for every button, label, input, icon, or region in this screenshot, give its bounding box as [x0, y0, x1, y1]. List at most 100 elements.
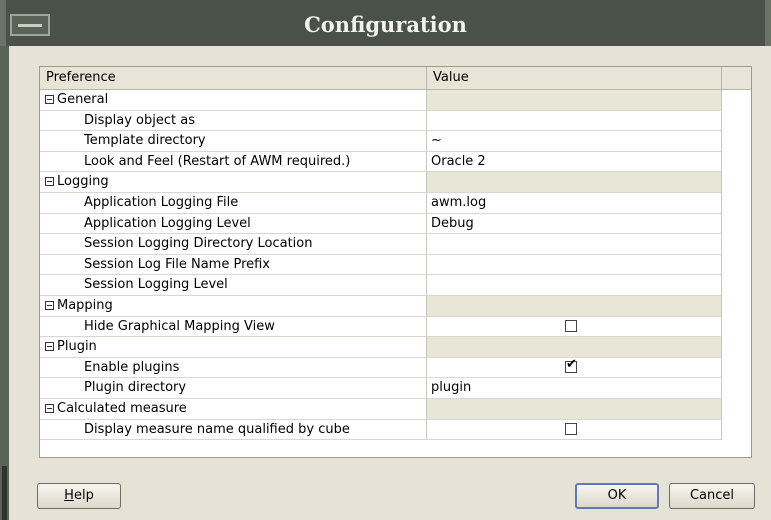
- checkbox[interactable]: ✔: [565, 357, 577, 373]
- preference-cell[interactable]: Logging: [40, 172, 427, 193]
- title-bar: Configuration: [0, 0, 771, 47]
- row-filler: [722, 357, 751, 379]
- collapse-icon[interactable]: [45, 342, 54, 352]
- preference-cell[interactable]: Session Log File Name Prefix: [40, 254, 427, 276]
- value-cell[interactable]: [427, 254, 722, 276]
- group-row[interactable]: Mapping: [40, 295, 751, 317]
- preference-label: General: [57, 92, 109, 107]
- preference-cell[interactable]: Application Logging File: [40, 192, 427, 214]
- row-filler: [722, 110, 751, 132]
- checkbox[interactable]: [565, 422, 577, 435]
- table-row[interactable]: Plugin directory plugin: [40, 378, 751, 399]
- preference-label: Display measure name qualified by cube: [84, 421, 350, 437]
- preference-label: Mapping: [57, 297, 113, 313]
- table-row[interactable]: Hide Graphical Mapping View: [40, 316, 751, 338]
- value-checkbox-cell[interactable]: ✔: [427, 357, 722, 379]
- group-row[interactable]: Plugin: [40, 337, 751, 358]
- value-cell[interactable]: [427, 234, 722, 255]
- preference-cell[interactable]: Session Logging Directory Location: [40, 234, 427, 255]
- value-cell[interactable]: plugin: [427, 378, 722, 399]
- preference-cell[interactable]: Template directory: [40, 131, 427, 152]
- help-button[interactable]: Help: [37, 483, 121, 509]
- preference-cell[interactable]: Calculated measure: [40, 398, 427, 420]
- preference-cell[interactable]: Enable plugins: [40, 357, 427, 379]
- preference-cell[interactable]: Display object as: [40, 110, 427, 132]
- table-row[interactable]: Session Logging Directory Location: [40, 234, 751, 255]
- collapse-icon[interactable]: [45, 300, 54, 310]
- value-checkbox-cell[interactable]: [427, 419, 722, 441]
- value-cell[interactable]: [427, 110, 722, 132]
- column-header-preference[interactable]: Preference: [40, 67, 427, 89]
- checkbox[interactable]: [565, 319, 577, 332]
- value-cell[interactable]: [427, 172, 722, 193]
- value-cell[interactable]: Oracle 2: [427, 151, 722, 173]
- group-row[interactable]: General: [40, 90, 751, 111]
- row-filler: [722, 254, 751, 276]
- preference-cell[interactable]: Display measure name qualified by cube: [40, 419, 427, 441]
- ok-button[interactable]: OK: [575, 483, 659, 509]
- preference-cell[interactable]: Mapping: [40, 295, 427, 317]
- row-filler: [722, 172, 751, 193]
- preference-cell[interactable]: Plugin: [40, 337, 427, 358]
- row-filler: [722, 234, 751, 255]
- value-cell[interactable]: [427, 295, 722, 317]
- preference-label: Enable plugins: [84, 359, 180, 375]
- table-row[interactable]: Enable plugins ✔: [40, 357, 751, 379]
- table-row[interactable]: Application Logging Level Debug: [40, 213, 751, 235]
- table-body: General Display object as Template directo…: [40, 90, 751, 441]
- preference-label: Hide Graphical Mapping View: [84, 318, 275, 334]
- preference-label: Plugin directory: [84, 380, 187, 396]
- preference-label: Template directory: [84, 133, 206, 149]
- group-row[interactable]: Logging: [40, 172, 751, 193]
- collapse-icon[interactable]: [45, 177, 54, 187]
- preferences-table: Preference Value General Display object a…: [39, 66, 752, 458]
- row-filler: [722, 151, 751, 173]
- preference-cell[interactable]: Hide Graphical Mapping View: [40, 316, 427, 338]
- group-row[interactable]: Calculated measure: [40, 398, 751, 420]
- preference-label: Logging: [57, 174, 109, 190]
- row-filler: [722, 192, 751, 214]
- table-row[interactable]: Look and Feel (Restart of AWM required.)…: [40, 151, 751, 173]
- preference-label: Look and Feel (Restart of AWM required.): [84, 153, 351, 169]
- row-filler: [722, 275, 751, 296]
- value-cell[interactable]: Debug: [427, 213, 722, 235]
- preference-cell[interactable]: Application Logging Level: [40, 213, 427, 235]
- value-cell[interactable]: [427, 275, 722, 296]
- checkmark-icon: ✔: [566, 357, 577, 372]
- help-label: elp: [73, 488, 94, 503]
- column-header-value[interactable]: Value: [427, 67, 722, 89]
- preference-cell[interactable]: Look and Feel (Restart of AWM required.): [40, 151, 427, 173]
- value-cell[interactable]: awm.log: [427, 192, 722, 214]
- table-row[interactable]: Display object as: [40, 110, 751, 132]
- row-filler: [722, 131, 751, 152]
- value-cell[interactable]: [427, 337, 722, 358]
- cancel-button[interactable]: Cancel: [669, 483, 755, 509]
- value-cell[interactable]: [427, 90, 722, 111]
- frame-notch: [2, 466, 7, 520]
- preference-label: Application Logging File: [84, 194, 239, 210]
- preference-cell[interactable]: Plugin directory: [40, 378, 427, 399]
- value-checkbox-cell[interactable]: [427, 316, 722, 338]
- value-cell[interactable]: ~: [427, 131, 722, 152]
- table-row[interactable]: Display measure name qualified by cube: [40, 419, 751, 441]
- table-row[interactable]: Template directory ~: [40, 131, 751, 152]
- header-filler: [722, 67, 751, 89]
- preference-label: Session Logging Level: [84, 277, 228, 293]
- collapse-icon[interactable]: [45, 403, 54, 413]
- value-cell[interactable]: [427, 398, 722, 420]
- preference-label: Display object as: [84, 112, 195, 128]
- window-frame-right: [765, 0, 771, 46]
- row-filler: [722, 398, 751, 420]
- table-row[interactable]: Session Logging Level: [40, 275, 751, 296]
- preference-label: Calculated measure: [57, 400, 187, 416]
- table-row[interactable]: Session Log File Name Prefix: [40, 254, 751, 276]
- row-filler: [722, 378, 751, 399]
- preference-label: Plugin: [57, 339, 97, 355]
- collapse-icon[interactable]: [45, 95, 54, 104]
- preference-cell[interactable]: Session Logging Level: [40, 275, 427, 296]
- table-row[interactable]: Application Logging File awm.log: [40, 192, 751, 214]
- window-frame-edge: [0, 46, 9, 520]
- preference-cell[interactable]: General: [40, 90, 427, 111]
- row-filler: [722, 316, 751, 338]
- window-title: Configuration: [304, 12, 467, 37]
